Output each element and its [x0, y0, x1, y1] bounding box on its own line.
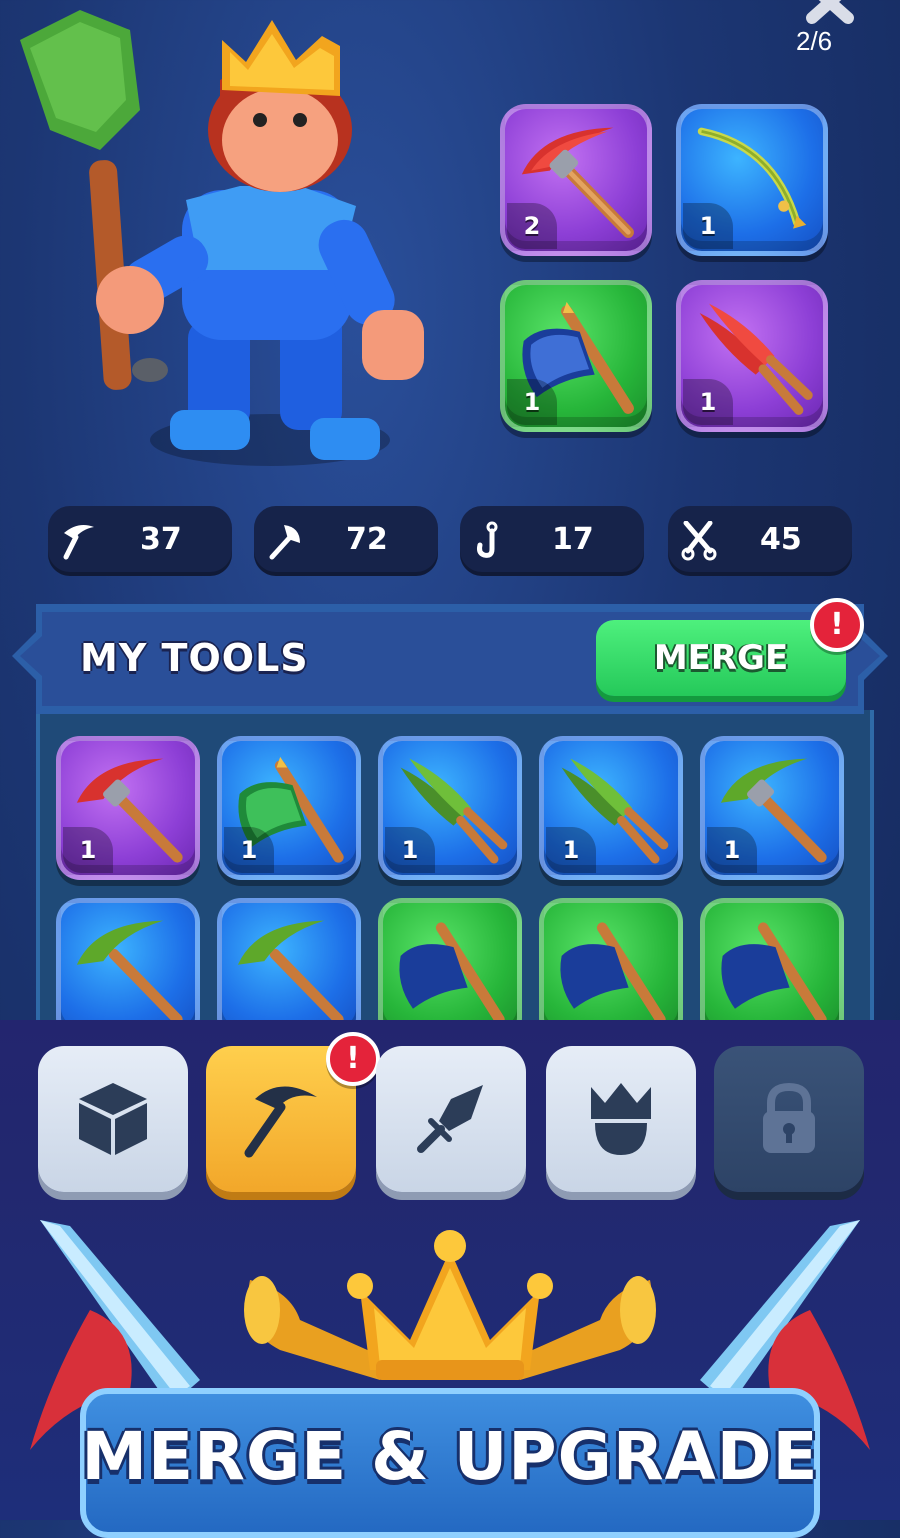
stat-axe: 72 — [254, 506, 438, 576]
pickaxe-icon — [244, 1086, 317, 1158]
hook-icon — [477, 521, 498, 558]
lock-icon — [763, 1082, 815, 1153]
tool-item[interactable]: 1 — [56, 736, 200, 880]
axe-icon — [269, 525, 300, 560]
tool-item[interactable]: 1 — [217, 736, 361, 880]
equipped-slot-axe[interactable]: 1 — [500, 280, 652, 432]
tool-level: 1 — [707, 827, 757, 873]
slot-level: 2 — [507, 203, 557, 249]
nav-tools-alert-badge: ! — [326, 1032, 380, 1086]
equipped-slot-pickaxe[interactable]: 2 — [500, 104, 652, 256]
close-icon[interactable] — [800, 0, 860, 26]
equipped-slot-fishing-rod[interactable]: 1 — [676, 104, 828, 256]
page-counter: 2/6 — [796, 26, 833, 56]
cube-icon — [79, 1083, 147, 1155]
slot-level: 1 — [507, 379, 557, 425]
merge-button[interactable]: MERGE — [596, 620, 846, 696]
sword-icon — [417, 1085, 483, 1153]
nav-locked-button[interactable] — [714, 1046, 864, 1192]
pickaxe-icon — [237, 920, 344, 1025]
stat-value: 45 — [760, 522, 802, 557]
stat-hook: 17 — [460, 506, 644, 576]
tool-level: 1 — [385, 827, 435, 873]
axe-icon — [721, 922, 827, 1025]
nav-character-button[interactable] — [546, 1046, 696, 1192]
pickaxe-icon — [63, 525, 94, 560]
nav-weapons-button[interactable] — [376, 1046, 526, 1192]
tool-item[interactable]: 1 — [700, 736, 844, 880]
tool-item[interactable]: 1 — [539, 736, 683, 880]
slot-level: 1 — [683, 379, 733, 425]
equipped-slot-shears[interactable]: 1 — [676, 280, 828, 432]
tool-level: 1 — [546, 827, 596, 873]
hero-character — [20, 10, 424, 466]
stat-scissors: 45 — [668, 506, 852, 576]
tool-level: 1 — [63, 827, 113, 873]
axe-icon — [560, 922, 666, 1025]
helmet-crown-icon — [591, 1083, 651, 1155]
nav-inventory-button[interactable] — [38, 1046, 188, 1192]
axe-icon — [399, 922, 505, 1025]
tool-level: 1 — [224, 827, 274, 873]
pickaxe-icon — [76, 920, 183, 1025]
scissors-icon — [681, 521, 717, 561]
tool-item[interactable]: 1 — [378, 736, 522, 880]
tools-panel-title: MY TOOLS — [80, 636, 309, 680]
stat-pickaxe: 37 — [48, 506, 232, 576]
banner-title: MERGE & UPGRADE — [81, 1418, 819, 1495]
stat-value: 17 — [552, 522, 594, 557]
stat-value: 72 — [346, 522, 388, 557]
slot-level: 1 — [683, 203, 733, 249]
stat-value: 37 — [140, 522, 182, 557]
merge-alert-badge: ! — [810, 598, 864, 652]
